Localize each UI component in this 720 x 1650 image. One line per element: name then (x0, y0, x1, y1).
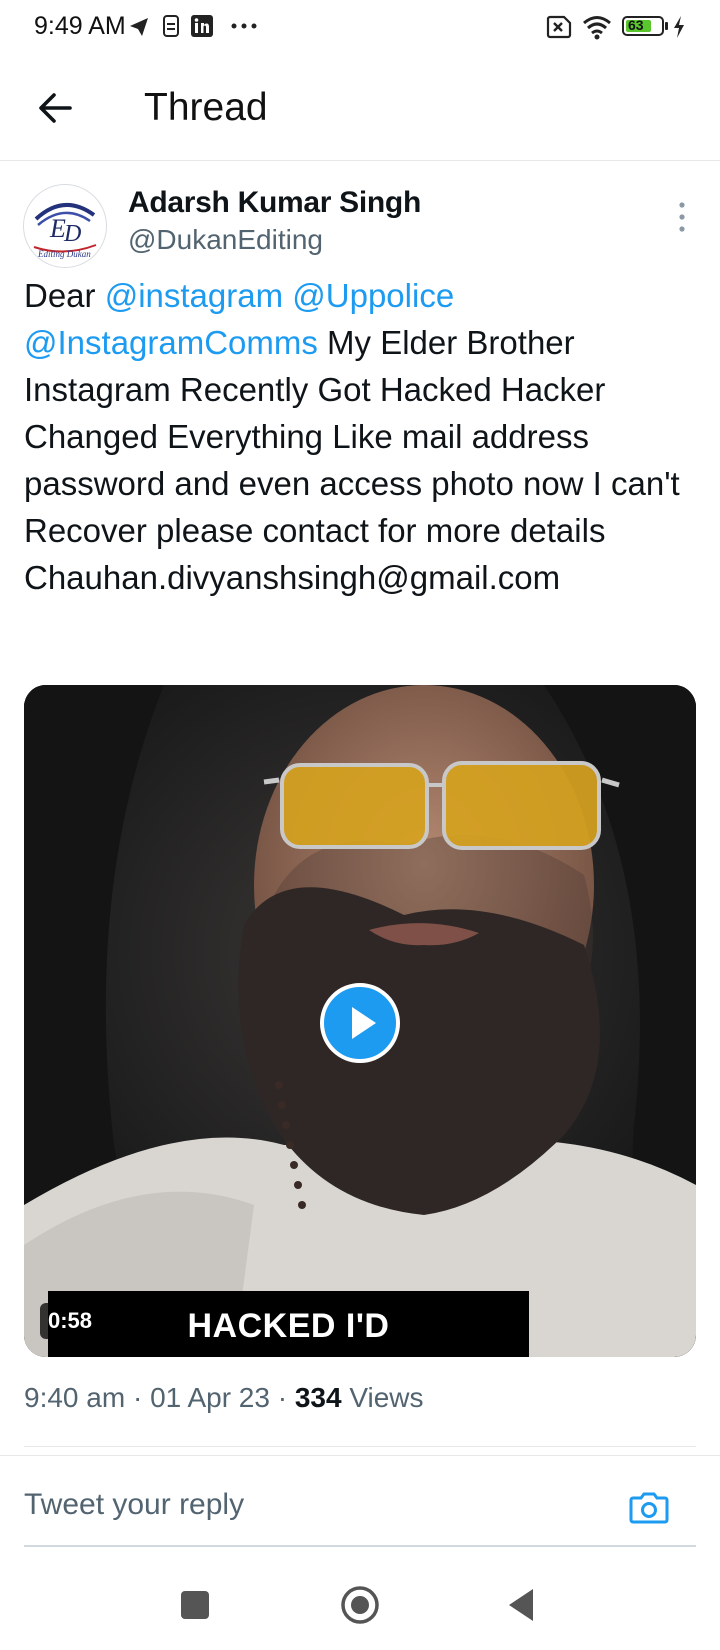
home-button[interactable] (337, 1582, 383, 1628)
play-icon (352, 1007, 376, 1039)
play-button[interactable] (320, 983, 400, 1063)
battery-icon: 63 (622, 16, 668, 36)
mention-instagramcomms[interactable]: @InstagramComms (24, 324, 318, 361)
mention-instagram[interactable]: @instagram (105, 277, 283, 314)
top-bar: Thread (0, 56, 720, 161)
avatar[interactable]: E D Editing Dukan (23, 184, 107, 268)
system-nav-bar (0, 1560, 720, 1650)
status-bar: 9:49 AM 63 (0, 0, 720, 56)
author-name[interactable]: Adarsh Kumar Singh (128, 186, 421, 220)
square-icon (181, 1591, 209, 1619)
camera-icon (629, 1492, 669, 1524)
battery-level: 63 (628, 17, 644, 33)
video-caption: HACKED I'D (48, 1291, 529, 1357)
reply-placeholder: Tweet your reply (24, 1488, 245, 1521)
wifi-icon (583, 16, 611, 40)
video-caption-text: HACKED I'D (187, 1307, 390, 1345)
back-button[interactable] (30, 82, 82, 134)
svg-text:Editing Dukan: Editing Dukan (37, 249, 91, 259)
reply-underline (24, 1545, 696, 1547)
telegram-icon (130, 18, 148, 36)
camera-button[interactable] (628, 1486, 670, 1528)
tweet-meta: 9:40 am · 01 Apr 23 · 334 Views (24, 1382, 424, 1413)
tweet-time: 9:40 am (24, 1382, 126, 1413)
tweet-date: 01 Apr 23 (150, 1382, 270, 1413)
no-sim-icon (546, 15, 572, 39)
divider (24, 1446, 696, 1447)
back-nav-button[interactable] (500, 1582, 546, 1628)
page-title: Thread (144, 86, 268, 129)
mention-uppolice[interactable]: @Uppolice (292, 277, 454, 314)
author-handle[interactable]: @DukanEditing (128, 224, 323, 256)
divider (0, 1455, 720, 1456)
recents-button[interactable] (172, 1582, 218, 1628)
views-count[interactable]: 334 (295, 1382, 342, 1413)
tweet-text: Dear @instagram @Uppolice @InstagramComm… (24, 272, 704, 601)
status-time: 9:49 AM (34, 12, 126, 40)
triangle-back-icon (509, 1589, 533, 1621)
charging-icon (674, 16, 684, 38)
avatar-logo-icon: E D Editing Dukan (33, 202, 97, 259)
reply-input[interactable]: Tweet your reply (24, 1476, 696, 1546)
linkedin-icon (191, 15, 213, 37)
tweet-text-body: My Elder Brother Instagram Recently Got … (24, 324, 680, 596)
home-circle-icon (341, 1586, 379, 1624)
tweet-text-prefix: Dear (24, 277, 105, 314)
sim-icon (163, 15, 179, 37)
more-dots-icon (231, 23, 257, 29)
back-arrow-icon (39, 93, 72, 123)
views-label[interactable]: Views (349, 1382, 423, 1413)
video-duration-badge: 0:58 (40, 1303, 101, 1339)
more-options-button[interactable] (670, 200, 694, 234)
vertical-dots-icon (679, 202, 685, 232)
svg-text:D: D (63, 221, 81, 247)
